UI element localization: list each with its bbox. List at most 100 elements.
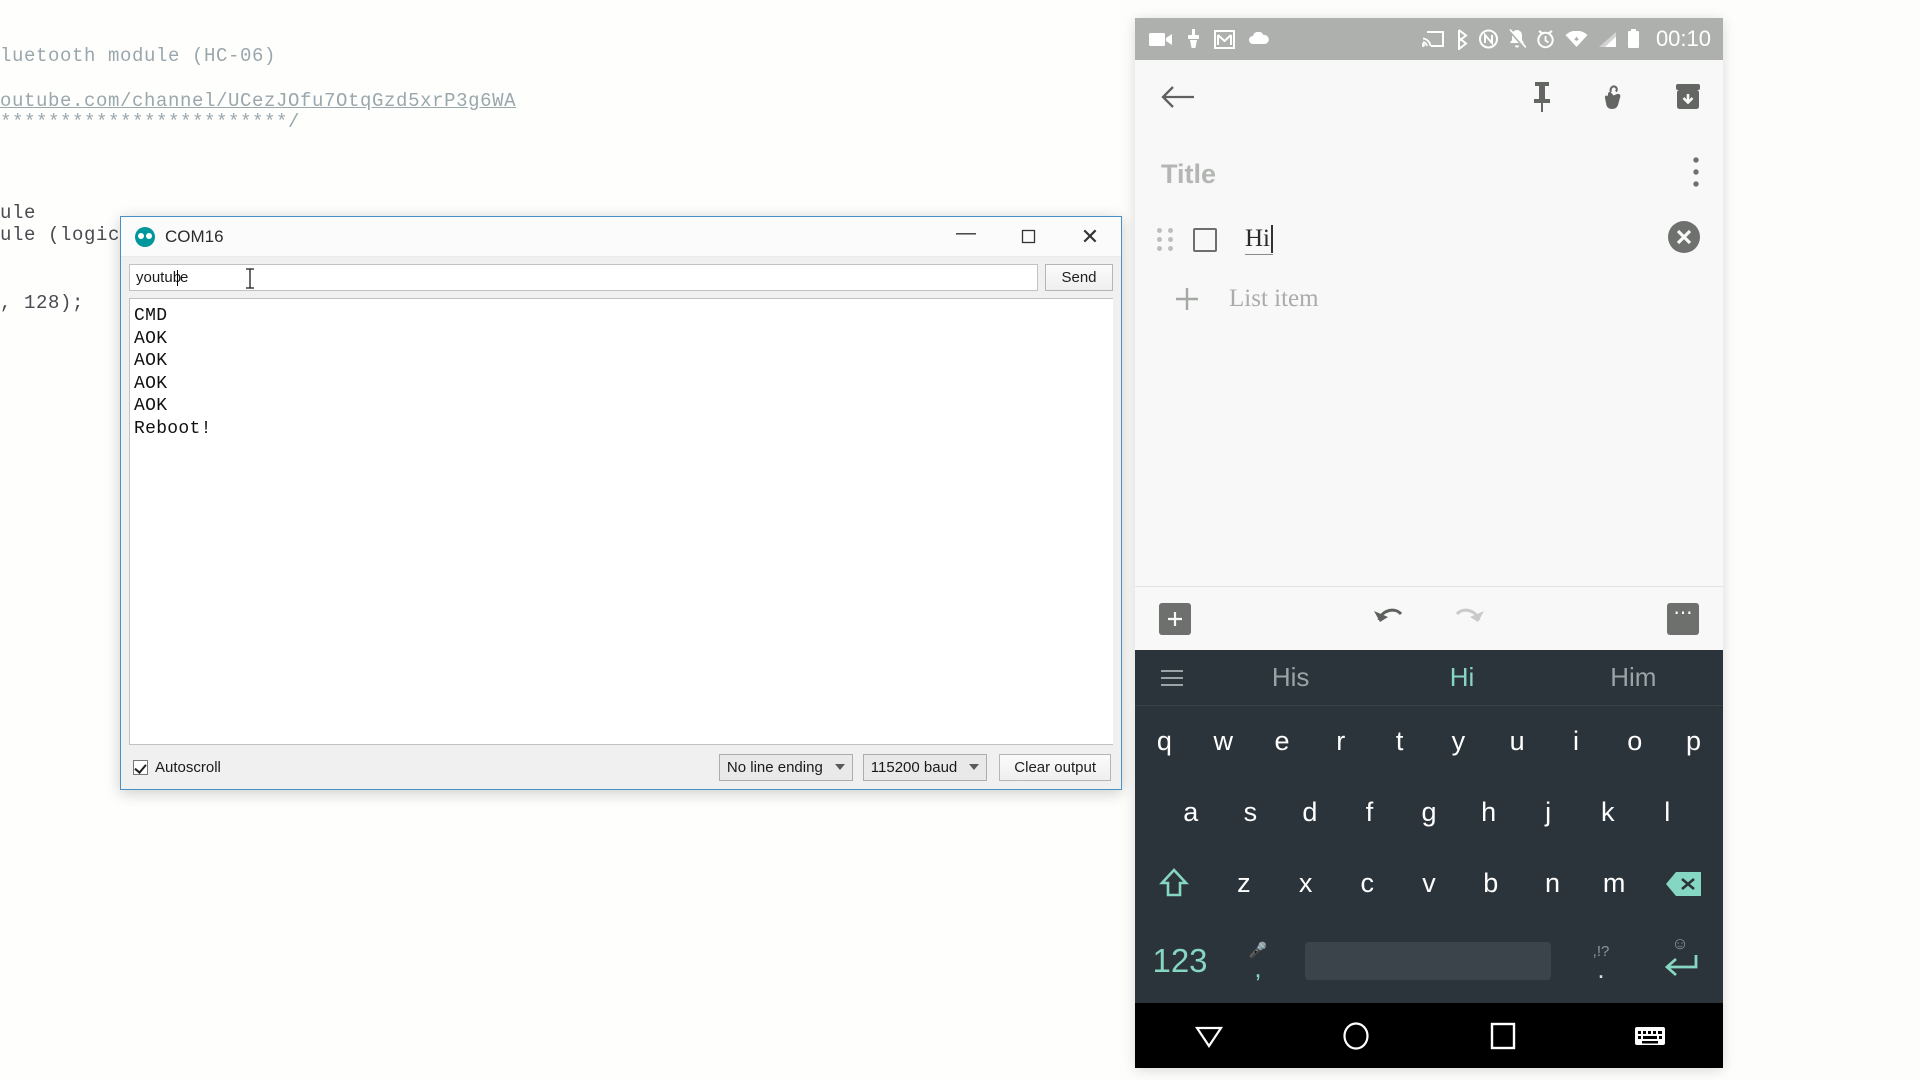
key-z[interactable]: z <box>1213 868 1275 899</box>
checkbox-box <box>133 759 148 775</box>
close-icon[interactable]: ✕ <box>1059 217 1121 256</box>
key-v[interactable]: v <box>1398 868 1460 899</box>
note-editor-body[interactable]: Title Hi List item <box>1135 133 1723 587</box>
key-b[interactable]: b <box>1460 868 1522 899</box>
bluetooth-icon <box>1454 28 1469 50</box>
text-caret <box>1271 224 1273 253</box>
battery-icon <box>1627 29 1640 49</box>
add-box-icon[interactable] <box>1159 602 1191 635</box>
status-bar-clock: 00:10 <box>1655 26 1711 51</box>
hide-keyboard-icon[interactable] <box>1576 1024 1723 1048</box>
output-line: CMD <box>134 306 168 326</box>
key-o[interactable]: o <box>1605 726 1664 757</box>
key-h[interactable]: h <box>1459 797 1519 828</box>
key-g[interactable]: g <box>1399 797 1459 828</box>
key-p[interactable]: p <box>1664 726 1723 757</box>
key-i[interactable]: i <box>1547 726 1606 757</box>
list-item-text-field[interactable]: Hi <box>1245 224 1273 255</box>
key-a[interactable]: a <box>1161 797 1221 828</box>
hamburger-icon[interactable] <box>1149 669 1195 686</box>
key-comma-label: , <box>1254 953 1262 983</box>
key-r[interactable]: r <box>1311 726 1370 757</box>
serial-send-input-value-tail: e <box>180 269 189 286</box>
window-controls: — ✕ <box>935 217 1121 256</box>
baud-rate-select[interactable]: 115200 baud <box>862 753 988 781</box>
key-w[interactable]: w <box>1194 726 1253 757</box>
key-punctuation[interactable]: ,!? . <box>1565 944 1637 982</box>
key-enter[interactable]: ☺ <box>1637 935 1723 987</box>
key-d[interactable]: d <box>1280 797 1340 828</box>
chevron-down-icon <box>969 764 980 770</box>
key-y[interactable]: y <box>1429 726 1488 757</box>
key-n[interactable]: n <box>1522 868 1584 899</box>
key-k[interactable]: k <box>1578 797 1638 828</box>
add-list-item-row[interactable]: List item <box>1135 259 1723 313</box>
key-u[interactable]: u <box>1488 726 1547 757</box>
back-arrow-icon[interactable] <box>1161 84 1195 110</box>
emoji-icon[interactable]: ☺ <box>1671 935 1688 952</box>
key-m[interactable]: m <box>1583 868 1645 899</box>
suggestion-him[interactable]: Him <box>1548 662 1719 693</box>
archive-icon[interactable] <box>1673 82 1703 112</box>
nav-recents-square-icon[interactable] <box>1429 1022 1576 1050</box>
key-j[interactable]: j <box>1518 797 1578 828</box>
key-l[interactable]: l <box>1638 797 1698 828</box>
wifi-icon <box>1565 30 1588 48</box>
more-horiz-icon[interactable]: ⋯ <box>1667 602 1699 635</box>
serial-monitor-window[interactable]: COM16 — ✕ youtub e Send CMD AOK AOK AOK … <box>120 216 1122 790</box>
android-keyboard[interactable]: His Hi Him q w e r t y u i o p a s d f g… <box>1135 650 1723 1003</box>
suggestion-hi[interactable]: Hi <box>1376 662 1547 693</box>
key-f[interactable]: f <box>1340 797 1400 828</box>
clear-circle-icon[interactable] <box>1667 220 1701 259</box>
key-x[interactable]: x <box>1275 868 1337 899</box>
list-item[interactable]: Hi <box>1135 194 1723 259</box>
baud-rate-value: 115200 baud <box>870 758 958 776</box>
shift-icon[interactable] <box>1135 867 1213 901</box>
key-q[interactable]: q <box>1135 726 1194 757</box>
key-t[interactable]: t <box>1370 726 1429 757</box>
code-line-link[interactable]: outube.com/channel/UCezJOfu7OtqGzd5xrP3g… <box>0 90 516 112</box>
keyboard-row-4: 123 🎤 , ,!? . ☺ <box>1135 919 1723 1003</box>
key-e[interactable]: e <box>1253 726 1312 757</box>
brush-icon <box>1186 29 1201 49</box>
key-c[interactable]: c <box>1336 868 1398 899</box>
key-s[interactable]: s <box>1221 797 1281 828</box>
arduino-logo-icon <box>135 226 155 247</box>
maximize-icon[interactable] <box>997 217 1059 256</box>
list-item-checkbox[interactable] <box>1193 227 1217 252</box>
nav-home-circle-icon[interactable] <box>1282 1021 1429 1051</box>
code-line: ule <box>0 202 37 224</box>
autoscroll-checkbox[interactable]: Autoscroll <box>133 759 221 776</box>
redo-icon[interactable] <box>1451 602 1487 635</box>
note-title-input[interactable]: Title <box>1161 159 1216 190</box>
key-comma[interactable]: 🎤 , <box>1225 943 1291 983</box>
send-button[interactable]: Send <box>1045 264 1113 291</box>
more-vert-icon[interactable] <box>1691 155 1701 194</box>
backspace-icon[interactable] <box>1645 870 1723 898</box>
add-list-item-placeholder: List item <box>1229 285 1319 312</box>
keyboard-row-2: a s d f g h j k l <box>1135 777 1723 848</box>
serial-send-input[interactable]: youtub e <box>129 264 1038 291</box>
cast-icon <box>1421 30 1444 48</box>
undo-icon[interactable] <box>1371 602 1407 635</box>
notifications-off-icon <box>1507 29 1526 49</box>
plus-icon[interactable] <box>1157 286 1217 312</box>
suggestion-his[interactable]: His <box>1205 662 1376 693</box>
minimize-icon[interactable]: — <box>935 217 997 256</box>
undo-redo-group <box>1371 602 1487 635</box>
suggestion-strip: His Hi Him <box>1135 650 1723 706</box>
drag-handle-icon[interactable] <box>1157 228 1173 251</box>
pin-icon[interactable] <box>1531 81 1553 113</box>
key-numeric-switch[interactable]: 123 <box>1135 942 1225 980</box>
nav-back-triangle-icon[interactable] <box>1135 1023 1282 1049</box>
clear-output-button[interactable]: Clear output <box>999 753 1111 781</box>
serial-send-input-value: youtub <box>136 269 182 286</box>
output-line: AOK <box>134 396 168 416</box>
android-phone-screen[interactable]: 00:10 Title Hi List item ⋯ His Hi Him q … <box>1135 18 1723 1068</box>
serial-output-log[interactable]: CMD AOK AOK AOK AOK Reboot! <box>129 298 1113 745</box>
line-ending-select[interactable]: No line ending <box>718 753 853 781</box>
reminder-icon[interactable] <box>1599 81 1627 113</box>
video-camera-icon <box>1149 31 1173 48</box>
window-title-bar[interactable]: COM16 — ✕ <box>121 217 1121 257</box>
key-space-bar[interactable] <box>1305 942 1551 980</box>
